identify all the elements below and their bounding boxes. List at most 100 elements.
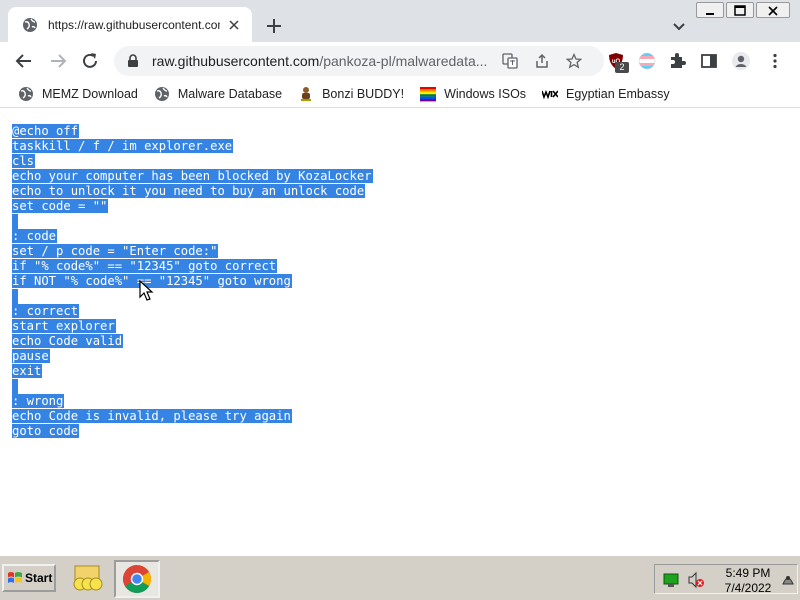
code-line-text: pause [12, 349, 50, 363]
wix-icon [542, 89, 559, 99]
start-button[interactable]: Start [2, 564, 56, 592]
address-bar[interactable]: raw.githubusercontent.com/pankoza-pl/mal… [114, 46, 604, 76]
code-line: start explorer [12, 319, 373, 334]
code-line: goto code [12, 424, 373, 439]
bookmark-star-icon[interactable] [566, 53, 582, 69]
bookmark-windows-isos[interactable]: Windows ISOs [420, 86, 526, 102]
code-line-text [12, 289, 18, 304]
code-line: if "% code%" == "12345" goto correct [12, 259, 373, 274]
close-icon [768, 6, 778, 16]
code-line: cls [12, 154, 373, 169]
lock-icon[interactable] [126, 54, 140, 68]
windows-logo-icon [8, 572, 22, 583]
code-line: pause [12, 349, 373, 364]
profile-avatar-icon[interactable] [732, 52, 750, 70]
code-line-text: if "% code%" == "12345" goto correct [12, 259, 278, 273]
rainbow-icon [420, 86, 437, 101]
new-tab-button[interactable] [262, 14, 286, 38]
code-line: echo Code valid [12, 334, 373, 349]
kebab-menu-icon[interactable] [766, 52, 784, 70]
code-line-text: exit [12, 364, 43, 378]
minimize-button[interactable] [696, 2, 724, 18]
code-line-text [12, 379, 18, 394]
code-line-text [12, 214, 18, 229]
code-line-text: cls [12, 154, 36, 168]
taskbar-app-folder[interactable] [66, 560, 112, 598]
page-content: @echo off taskkill / f / im explorer.exe c… [0, 108, 800, 555]
code-line-text: echo to unlock it you need to buy an unl… [12, 184, 366, 198]
bookmark-egyptian-embassy[interactable]: Egyptian Embassy [542, 86, 670, 102]
system-tray: 5:49 PM 7/4/2022 [654, 564, 798, 595]
chrome-icon [123, 565, 151, 593]
close-tab-button[interactable] [226, 17, 242, 33]
code-line: : correct [12, 304, 373, 319]
taskbar-app-chrome[interactable] [114, 560, 160, 598]
code-line: set code = "" [12, 199, 373, 214]
code-line-text: : correct [12, 304, 80, 318]
globe-icon [23, 17, 37, 32]
side-panel-icon[interactable] [700, 52, 718, 70]
bookmark-label: Windows ISOs [444, 86, 527, 101]
url-path: /pankoza-pl/malwaredata... [319, 53, 488, 69]
code-line-text: set code = "" [12, 199, 109, 213]
bonzi-icon [301, 86, 312, 101]
code-line [12, 289, 373, 304]
bookmark-label: Bonzi BUDDY! [322, 86, 405, 101]
browser-tab[interactable]: https://raw.githubusercontent.com/pankoz… [8, 7, 252, 42]
browser-toolbar: raw.githubusercontent.com/pankoza-pl/mal… [0, 42, 800, 80]
code-line-text: : code [12, 229, 58, 243]
close-window-button[interactable] [756, 2, 790, 18]
bookmark-label: MEMZ Download [42, 86, 138, 101]
code-line [12, 214, 373, 229]
clock-date[interactable]: 7/4/2022 [719, 581, 777, 595]
tab-title: https://raw.githubusercontent.com/pankoz… [48, 17, 220, 32]
code-line-text: set / p code = "Enter code:" [12, 244, 219, 258]
volume-muted-icon[interactable] [687, 571, 705, 589]
mouse-pointer-icon [139, 280, 154, 301]
bookmark-memz-download[interactable]: MEMZ Download [18, 86, 138, 102]
code-line-text: : wrong [12, 394, 65, 408]
start-label: Start [25, 571, 53, 585]
code-line: echo to unlock it you need to buy an unl… [12, 184, 373, 199]
extensions-puzzle-icon[interactable] [668, 52, 686, 70]
restore-icon [734, 5, 746, 16]
explorer-folder-icon [73, 565, 103, 591]
trans-flag-extension-icon[interactable] [638, 52, 656, 70]
globe-icon [154, 86, 169, 101]
code-line: set / p code = "Enter code:" [12, 244, 373, 259]
tab-strip: https://raw.githubusercontent.com/pankoz… [0, 0, 800, 42]
translate-icon[interactable] [502, 53, 518, 69]
bookmark-label: Malware Database [177, 86, 283, 101]
reload-icon[interactable] [80, 51, 100, 71]
network-icon[interactable] [663, 572, 679, 588]
tray-app-icon[interactable] [781, 570, 795, 588]
batch-script-text[interactable]: @echo off taskkill / f / im explorer.exe c… [12, 124, 373, 439]
code-line-text: start explorer [12, 319, 116, 333]
window-controls [696, 2, 790, 18]
bookmark-malware-database[interactable]: Malware Database [154, 86, 282, 102]
code-line: echo your computer has been blocked by K… [12, 169, 373, 184]
maximize-button[interactable] [726, 2, 754, 18]
globe-icon [19, 86, 33, 101]
minimize-icon [706, 13, 714, 15]
tab-search-icon[interactable] [670, 17, 688, 35]
share-icon[interactable] [534, 53, 550, 69]
url-host: raw.githubusercontent.com [152, 53, 320, 69]
code-line-text: @echo off [12, 124, 80, 138]
code-line: echo Code is invalid, please try again [12, 409, 373, 424]
ublock-badge: 2 [615, 62, 629, 73]
taskbar: Start 5:49 PM 7/4/2022 [0, 555, 800, 600]
code-line [12, 379, 373, 394]
clock-time[interactable]: 5:49 PM [719, 566, 777, 580]
bookmark-label: Egyptian Embassy [566, 86, 670, 101]
forward-arrow-icon[interactable] [48, 51, 68, 71]
back-arrow-icon[interactable] [14, 51, 34, 71]
code-line: if NOT "% code%" == "12345" goto wrong [12, 274, 373, 289]
url-text[interactable]: raw.githubusercontent.com/pankoza-pl/mal… [152, 53, 497, 69]
bookmark-bonzi-buddy[interactable]: Bonzi BUDDY! [298, 86, 404, 102]
code-line: : code [12, 229, 373, 244]
code-line-text: goto code [12, 424, 80, 438]
code-line: exit [12, 364, 373, 379]
close-icon [229, 19, 239, 30]
code-line: taskkill / f / im explorer.exe [12, 139, 373, 154]
